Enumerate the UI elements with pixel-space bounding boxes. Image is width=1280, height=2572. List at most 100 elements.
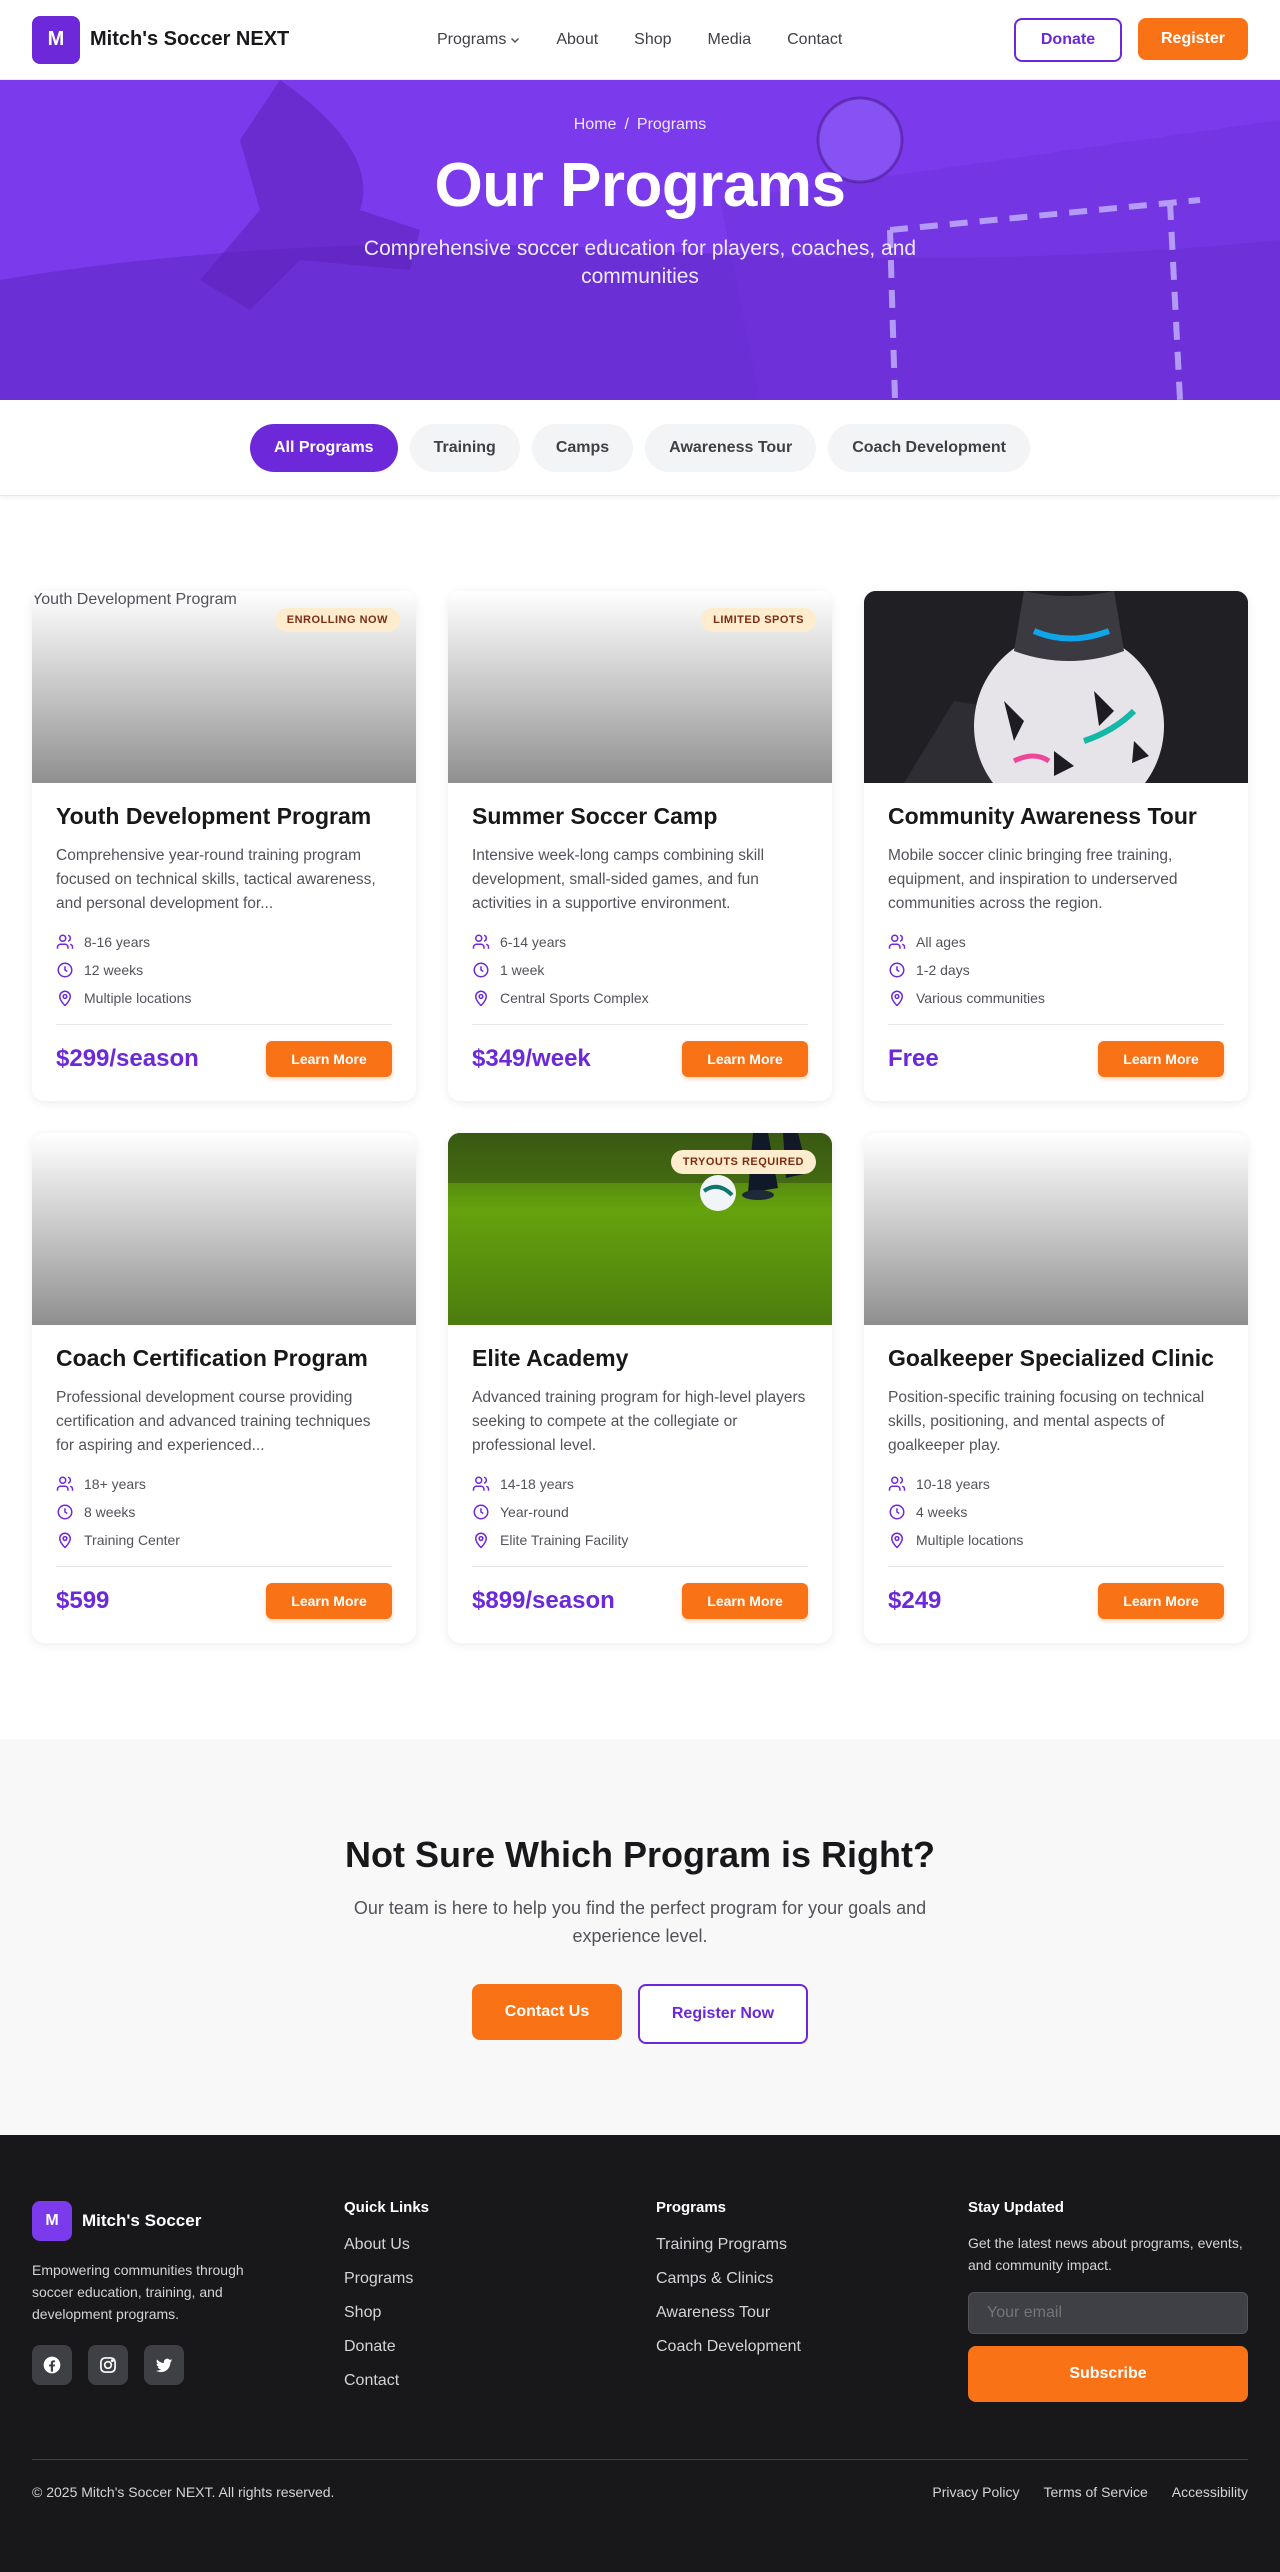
nav-media[interactable]: Media — [708, 31, 752, 49]
footer-link-awareness-tour[interactable]: Awareness Tour — [656, 2304, 936, 2322]
hero: Home / Programs Our Programs Comprehensi… — [0, 80, 1280, 400]
program-price: $349/week — [472, 1045, 591, 1072]
ages-text: 8-16 years — [84, 934, 151, 950]
page-subtitle: Comprehensive soccer education for playe… — [363, 237, 917, 288]
learn-more-button[interactable]: Learn More — [1098, 1583, 1224, 1619]
register-now-button[interactable]: Register Now — [638, 1984, 808, 2044]
footer-logo: M — [32, 2201, 72, 2241]
programs-grid: Youth Development Program ENROLLING NOW … — [32, 591, 1248, 1643]
status-badge: LIMITED SPOTS — [701, 608, 816, 632]
programs-section: Youth Development Program ENROLLING NOW … — [0, 496, 1280, 1739]
email-field[interactable] — [968, 2292, 1248, 2334]
breadcrumb-current: Programs — [636, 116, 707, 133]
meta-location: Multiple locations — [56, 984, 392, 1012]
newsletter-heading: Stay Updated — [968, 2199, 1064, 2216]
program-card: Goalkeeper Specialized Clinic Position-s… — [864, 1133, 1248, 1643]
footer: M Mitch's Soccer Empowering communities … — [0, 2135, 1280, 2572]
nav-programs-label: Programs — [437, 30, 507, 48]
accessibility-link[interactable]: Accessibility — [1172, 2484, 1248, 2500]
register-button[interactable]: Register — [1138, 17, 1248, 60]
meta-ages: 6-14 years — [472, 928, 808, 956]
program-description: Mobile soccer clinic bringing free train… — [888, 847, 1178, 912]
nav-about[interactable]: About — [556, 31, 598, 49]
nav-actions: Donate Register — [1014, 17, 1248, 62]
footer-tagline: Empowering communities through soccer ed… — [32, 2262, 244, 2322]
filter-awareness-tour[interactable]: Awareness Tour — [645, 423, 817, 472]
program-image: Youth Development Program ENROLLING NOW — [32, 591, 416, 783]
footer-link-about-us[interactable]: About Us — [344, 2236, 624, 2254]
status-badge: ENROLLING NOW — [274, 608, 400, 632]
meta-ages: All ages — [888, 928, 1224, 956]
learn-more-button[interactable]: Learn More — [682, 1583, 808, 1619]
meta-duration: 1 week — [472, 956, 808, 984]
clock-icon — [473, 1504, 489, 1520]
filter-all-programs[interactable]: All Programs — [249, 423, 398, 472]
donate-button[interactable]: Donate — [1014, 17, 1122, 62]
duration-text: 1 week — [500, 962, 545, 978]
newsletter-text: Get the latest news about programs, even… — [968, 2235, 1243, 2273]
program-image — [32, 1133, 416, 1325]
help-cta-section: Not Sure Which Program is Right? Our tea… — [0, 1739, 1280, 2135]
location-text: Various communities — [916, 990, 1045, 1006]
footer-link-programs[interactable]: Programs — [344, 2270, 624, 2288]
program-price: $299/season — [56, 1045, 199, 1072]
nav-programs[interactable]: Programs — [437, 31, 520, 49]
filter-camps[interactable]: Camps — [531, 423, 634, 472]
footer-link-camps-clinics[interactable]: Camps & Clinics — [656, 2270, 936, 2288]
nav-shop[interactable]: Shop — [634, 31, 671, 49]
program-description: Position-specific training focusing on t… — [888, 1389, 1205, 1454]
filter-coach-development[interactable]: Coach Development — [828, 423, 1030, 472]
location-text: Training Center — [84, 1532, 180, 1548]
location-text: Multiple locations — [84, 990, 192, 1006]
duration-text: 4 weeks — [916, 1504, 968, 1520]
duration-text: 12 weeks — [84, 962, 144, 978]
program-card: LIMITED SPOTS Summer Soccer Camp Intensi… — [448, 591, 832, 1101]
footer-brand-column: M Mitch's Soccer Empowering communities … — [32, 2199, 312, 2402]
status-badge: TRYOUTS REQUIRED — [670, 1150, 816, 1174]
program-card: Community Awareness Tour Mobile soccer c… — [864, 591, 1248, 1101]
footer-link-contact[interactable]: Contact — [344, 2372, 624, 2390]
privacy-policy-link[interactable]: Privacy Policy — [932, 2484, 1019, 2500]
brand[interactable]: M Mitch's Soccer NEXT — [32, 15, 290, 64]
breadcrumb-separator: / — [624, 116, 629, 133]
footer-brand[interactable]: M Mitch's Soccer — [32, 2201, 312, 2241]
footer-newsletter: Stay Updated Get the latest news about p… — [968, 2199, 1248, 2402]
cta-title: Not Sure Which Program is Right? — [344, 1834, 936, 1875]
meta-location: Elite Training Facility — [472, 1526, 808, 1554]
program-title: Community Awareness Tour — [888, 803, 1197, 829]
twitter-icon[interactable] — [144, 2345, 184, 2385]
footer-link-training-programs[interactable]: Training Programs — [656, 2236, 936, 2254]
meta-duration: Year-round — [472, 1498, 808, 1526]
learn-more-button[interactable]: Learn More — [266, 1041, 392, 1077]
subscribe-button[interactable]: Subscribe — [968, 2346, 1248, 2402]
location-text: Multiple locations — [916, 1532, 1024, 1548]
soccer-ball-photo — [864, 591, 1248, 783]
learn-more-button[interactable]: Learn More — [1098, 1041, 1224, 1077]
clock-icon — [889, 962, 905, 978]
meta-ages: 14-18 years — [472, 1470, 808, 1498]
brand-name: Mitch's Soccer NEXT — [90, 28, 290, 50]
meta-duration: 12 weeks — [56, 956, 392, 984]
users-icon — [888, 1476, 906, 1491]
footer-link-shop[interactable]: Shop — [344, 2304, 624, 2322]
filter-training[interactable]: Training — [409, 423, 520, 472]
duration-text: 8 weeks — [84, 1504, 136, 1520]
programs-heading: Programs — [656, 2199, 727, 2216]
facebook-icon[interactable] — [32, 2345, 72, 2385]
footer-link-donate[interactable]: Donate — [344, 2338, 624, 2356]
nav-contact[interactable]: Contact — [787, 31, 842, 49]
footer-brand-name: Mitch's Soccer — [82, 2211, 202, 2230]
terms-of-service-link[interactable]: Terms of Service — [1044, 2484, 1148, 2500]
learn-more-button[interactable]: Learn More — [266, 1583, 392, 1619]
contact-us-button[interactable]: Contact Us — [472, 1984, 622, 2040]
logo: M — [32, 15, 80, 64]
meta-location: Training Center — [56, 1526, 392, 1554]
clock-icon — [473, 962, 489, 978]
instagram-icon[interactable] — [88, 2345, 128, 2385]
program-title: Youth Development Program — [56, 803, 372, 829]
breadcrumb-home[interactable]: Home — [574, 116, 617, 134]
footer-link-coach-development[interactable]: Coach Development — [656, 2338, 936, 2356]
cta-text: Our team is here to help you find the pe… — [353, 1898, 927, 1946]
learn-more-button[interactable]: Learn More — [682, 1041, 808, 1077]
program-image: TRYOUTS REQUIRED — [448, 1133, 832, 1325]
